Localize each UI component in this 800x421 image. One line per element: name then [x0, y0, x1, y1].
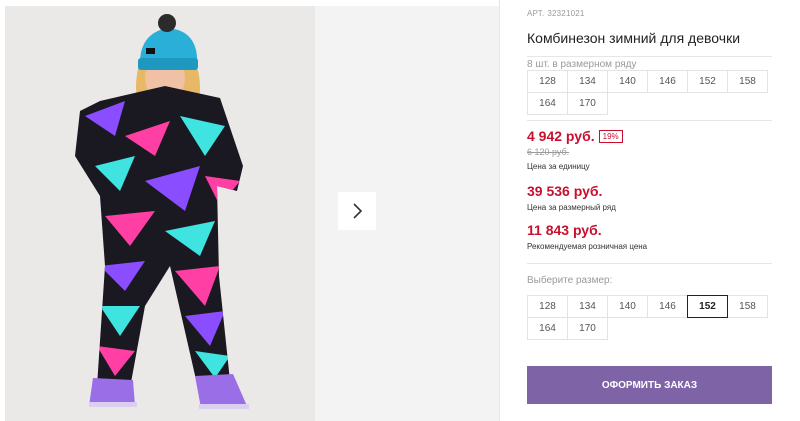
size-option-158[interactable]: 158	[727, 295, 768, 318]
product-title: Комбинезон зимний для девочки	[527, 30, 741, 46]
size-selector: 128 134 140 146 152 158 164 170	[527, 295, 773, 340]
size-option-170[interactable]: 170	[567, 317, 608, 340]
pack-size-cell: 134	[567, 70, 608, 93]
unit-price: 4 942 руб. 19%	[527, 128, 623, 144]
retail-price: 11 843 руб.	[527, 222, 602, 238]
size-option-146[interactable]: 146	[647, 295, 688, 318]
pack-size-cell: 152	[687, 70, 728, 93]
size-option-140[interactable]: 140	[607, 295, 648, 318]
product-gallery	[0, 0, 500, 421]
pack-size-cell: 140	[607, 70, 648, 93]
separator	[527, 120, 772, 121]
article-number: АРТ. 32321021	[527, 9, 585, 18]
article-value: 32321021	[547, 9, 585, 18]
size-option-128[interactable]: 128	[527, 295, 568, 318]
girl-in-snowsuit-image	[5, 6, 315, 421]
unit-price-value: 4 942 руб.	[527, 128, 595, 144]
size-option-164[interactable]: 164	[527, 317, 568, 340]
unit-price-caption: Цена за единицу	[527, 162, 590, 171]
chevron-right-icon	[353, 203, 363, 219]
pack-caption: 8 шт. в размерном ряду	[527, 59, 637, 70]
gallery-next-button[interactable]	[338, 192, 376, 230]
size-option-152-selected[interactable]: 152	[687, 295, 728, 318]
size-option-134[interactable]: 134	[567, 295, 608, 318]
select-size-caption: Выберите размер:	[527, 275, 613, 286]
discount-badge: 19%	[598, 130, 623, 143]
pack-size-cell: 146	[647, 70, 688, 93]
pack-size-cell: 158	[727, 70, 768, 93]
retail-price-caption: Рекомендуемая розничная цена	[527, 242, 648, 251]
order-button[interactable]: ОФОРМИТЬ ЗАКАЗ	[527, 366, 772, 404]
pack-size-cell: 164	[527, 92, 568, 115]
product-photo	[5, 6, 315, 421]
separator	[527, 56, 772, 57]
row-price: 39 536 руб.	[527, 183, 603, 199]
pack-size-grid: 128 134 140 146 152 158 164 170	[527, 70, 773, 115]
divider	[499, 0, 500, 421]
separator	[527, 263, 772, 264]
row-price-caption: Цена за размерный ряд	[527, 203, 616, 212]
article-label: АРТ.	[527, 9, 545, 18]
pack-size-cell: 170	[567, 92, 608, 115]
pack-size-cell: 128	[527, 70, 568, 93]
old-price: 6 120 руб.	[527, 147, 570, 157]
